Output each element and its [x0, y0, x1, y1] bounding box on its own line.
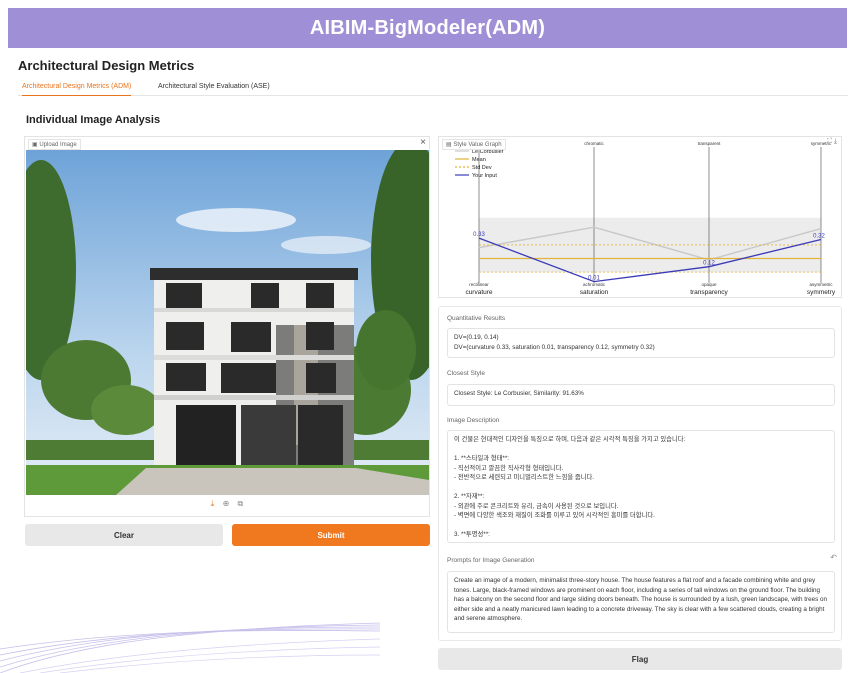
image-description-box[interactable]: 이 건물은 현대적인 디자인을 특징으로 하며, 다음과 같은 시각적 특징을 …	[447, 430, 835, 543]
quant-label: Quantitative Results	[447, 315, 506, 322]
axis-bottom-label: opaque	[701, 282, 717, 287]
share-icon[interactable]: ⊕	[223, 499, 230, 508]
parallel-coordinates-chart: curvature rectilinear saturation chromatic a…	[455, 141, 836, 296]
clear-button[interactable]: Clear	[25, 524, 223, 546]
data-label: 0.01	[588, 276, 600, 282]
prompt-label: Prompts for Image Generation	[447, 557, 535, 564]
axis-bottom-label: rectilinear	[469, 282, 489, 287]
desc-line: - 전반적으로 세련되고 미니멀리스트한 느낌을 줍니다.	[454, 474, 595, 481]
fullscreen-icon[interactable]: ⛶	[827, 138, 832, 145]
prompt-box[interactable]: Create an image of a modern, minimalist …	[447, 571, 835, 633]
submit-button[interactable]: Submit	[232, 524, 430, 546]
flag-button[interactable]: Flag	[438, 648, 842, 670]
decorative-swoosh	[0, 622, 380, 673]
copy-icon[interactable]: ⧉	[238, 499, 244, 508]
style-value-graph-panel: ▤ Style Value Graph ⛶ ⤓ curvature rectili…	[438, 136, 842, 298]
legend-item: Your Input	[472, 173, 497, 179]
chart-legend: Le CorbusierMeanStd DevYour Input	[455, 149, 504, 179]
axis-bottom-label: asymmetric	[809, 282, 833, 287]
quantitative-results-box: DV=(0.19, 0.14) DV=(curvature 0.33, satu…	[447, 328, 835, 358]
upload-image-label: ▣ Upload Image	[28, 139, 81, 150]
page-title: Architectural Design Metrics	[18, 58, 195, 73]
desc-line	[454, 445, 828, 455]
axis-label-symmetry: symmetry	[807, 289, 836, 296]
tab-bar: Architectural Design Metrics (ADM) Archi…	[18, 80, 848, 96]
std-band	[479, 217, 821, 273]
legend-item: Mean	[472, 157, 486, 163]
desc-line: 1. **스타일과 형태**:	[454, 455, 510, 462]
desc-line: 2. **자재**:	[454, 493, 485, 500]
banner-title: AIBIM-BigModeler(ADM)	[309, 16, 546, 39]
close-icon[interactable]: ×	[420, 137, 426, 148]
image-toolbar: ⤓ ⊕ ⧉	[25, 499, 429, 509]
section-title: Individual Image Analysis	[26, 114, 161, 126]
upload-image-panel[interactable]: ▣ Upload Image × ⤓ ⊕ ⧉	[24, 136, 430, 517]
app-banner: AIBIM-BigModeler(ADM)	[8, 8, 847, 48]
desc-line: 3. **투명성**:	[454, 531, 490, 538]
tab-ase[interactable]: Architectural Style Evaluation (ASE)	[158, 80, 270, 96]
quant-line: DV=(curvature 0.33, saturation 0.01, tra…	[454, 343, 655, 351]
axis-label-transparency: transparency	[690, 289, 728, 296]
axis-label-saturation: saturation	[580, 289, 609, 296]
undo-icon[interactable]: ↶	[830, 553, 837, 562]
desc-line	[454, 483, 828, 493]
quant-line: DV=(0.19, 0.14)	[454, 334, 499, 341]
axis-label-curvature: curvature	[465, 289, 492, 296]
desc-line: 이 건물은 현대적인 디자인을 특징으로 하며, 다음과 같은 시각적 특징을 …	[454, 436, 686, 443]
download-icon[interactable]: ⤓	[834, 138, 837, 145]
graph-label: ▤ Style Value Graph	[442, 139, 506, 150]
data-label: 0.33	[473, 232, 485, 238]
desc-line: - 직선적이고 깔끔한 직사각형 형태입니다.	[454, 464, 564, 472]
download-icon[interactable]: ⤓	[211, 499, 215, 508]
axis-top-label: transparent	[698, 141, 722, 146]
axis-top-label: chromatic	[584, 141, 604, 146]
prompt-text: Create an image of a modern, minimalist …	[454, 577, 828, 622]
data-label: 0.12	[703, 261, 715, 267]
data-label: 0.32	[813, 233, 825, 239]
axis-bottom-label: achromatic	[583, 282, 606, 287]
closest-style-value: Closest Style: Le Corbusier, Similarity:…	[454, 390, 584, 397]
desc-line: - 벽면에 다양한 색조와 재질이 조화를 이루고 있어 시각적인 흥미를 더합…	[454, 512, 655, 519]
image-description-label: Image Description	[447, 417, 500, 424]
results-panel: Quantitative Results DV=(0.19, 0.14) DV=…	[438, 306, 842, 641]
uploaded-building-image	[26, 150, 429, 495]
closest-style-label: Closest Style	[447, 370, 485, 377]
graph-toolbar: ⛶ ⤓	[827, 138, 837, 146]
closest-style-box: Closest Style: Le Corbusier, Similarity:…	[447, 384, 835, 406]
legend-item: Std Dev	[472, 165, 492, 171]
desc-line: - 외관에 주로 콘크리트와 유리, 금속이 사용된 것으로 보입니다.	[454, 502, 619, 510]
tab-adm[interactable]: Architectural Design Metrics (ADM)	[22, 80, 132, 96]
desc-line	[454, 521, 828, 531]
